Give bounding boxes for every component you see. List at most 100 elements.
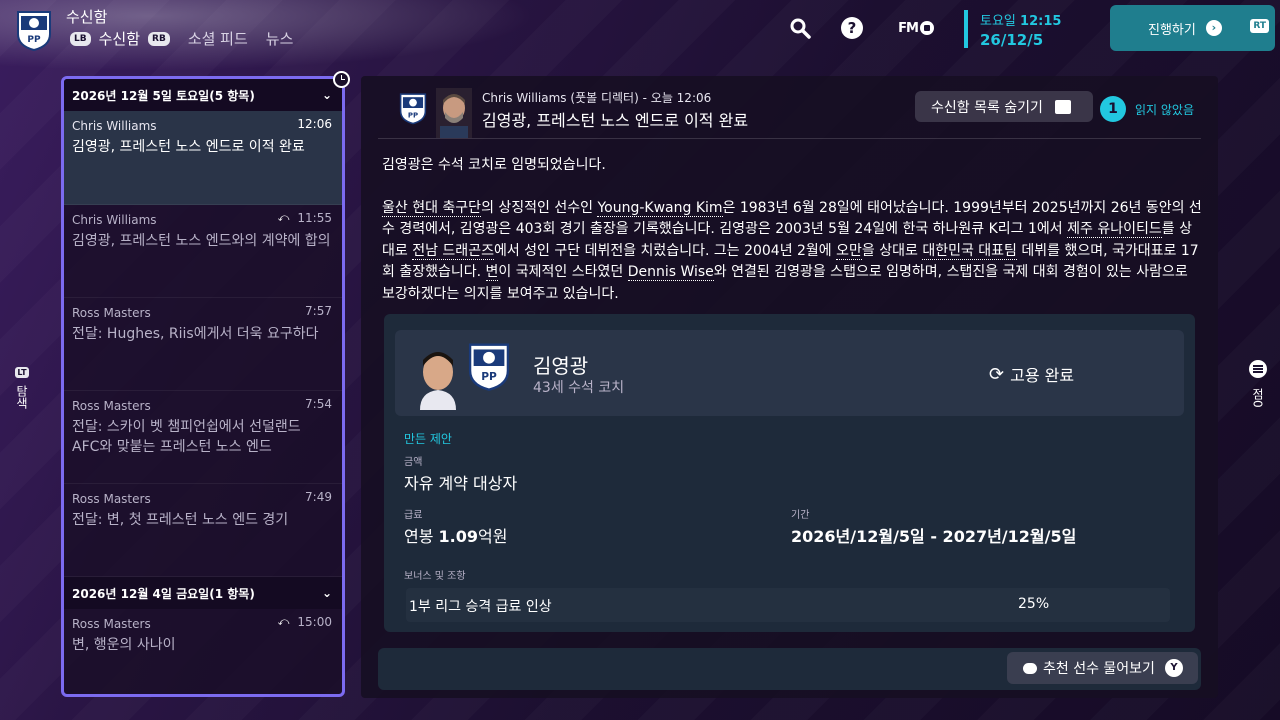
message-body: 김영광은 수석 코치로 임명되었습니다. 울산 현대 축구단의 상징적인 선수인… [382,155,1202,305]
help-icon[interactable]: ? [840,16,864,40]
message-subject: 변, 행운의 사나이 [72,637,176,653]
message-meta: Chris Williams (풋볼 디렉터) - 오늘 12:06 [482,89,711,106]
message-subject: 전달: 스카이 벳 챔피언쉽에서 선덜랜드 AFC와 맞붙는 프레스턴 노스 엔… [72,419,301,455]
sender-avatar [436,88,472,138]
unread-count-badge[interactable]: 1 [1100,96,1126,122]
bonus-row: 1부 리그 승격 급료 인상 25% [406,588,1170,622]
inbox-message[interactable]: Chris Williams ⤺ 11:55 김영광, 프레스턴 노스 엔드와의 … [64,205,342,298]
hire-status-label: 고용 완료 [1010,366,1075,385]
club-link[interactable]: 울산 현대 축구단 [382,199,482,217]
continue-button[interactable]: 진행하기 › RT [1110,5,1275,51]
person-link[interactable]: Young-Kwang Kim [597,199,723,217]
date-group-heading: 2026년 12월 5일 토요일(5 항목) [72,88,255,103]
chat-bubble-icon [1023,662,1037,674]
bonus-value: 25% [1018,596,1050,612]
inbox-message[interactable]: Ross Masters 7:57 전달: Hughes, Riis에게서 더욱… [64,298,342,391]
staff-summary[interactable]: PP 김영광 43세 수석 코치 ⟳ 고용 완료 [395,330,1184,416]
points-toggle[interactable]: 점0 [1248,360,1268,412]
message-subject: 전달: Hughes, Riis에게서 더욱 요구하다 [72,326,319,342]
clock-icon[interactable] [333,71,350,88]
date-group-header[interactable]: 2026년 12월 4일 금요일(1 항목) ⌄ [64,577,342,609]
message-time: 7:54 [305,397,332,411]
nation-link[interactable]: 대한민국 대표팀 [922,242,1017,260]
bonus-name: 1부 리그 승격 급료 인상 [409,599,552,615]
message-sender: Ross Masters [72,306,151,320]
person-link[interactable]: 변 [485,264,499,281]
message-title: 김영광, 프레스턴 노스 엔드로 이적 완료 [482,111,749,130]
club-crest-icon: PP [399,93,427,125]
message-sender-name: Chris Williams [482,91,567,105]
date-day: 토요일 [980,14,1016,29]
staff-role: 43세 수석 코치 [533,380,625,396]
fm-logo-text: FM [898,20,919,36]
body-text: 이 국제적인 스타였던 [498,264,628,280]
help-glyph: ? [841,17,863,39]
salary-prefix: 연봉 [404,527,439,546]
tab-news[interactable]: 뉴스 [266,28,294,49]
period-value: 2026년/12월/5일 - 2027년/12월/5일 [791,527,1077,546]
nation-link[interactable]: 오만 [836,242,862,260]
reply-icon: ⤺ [277,615,290,628]
search-icon[interactable] [788,16,812,40]
inbox-list[interactable]: 2026년 12월 5일 토요일(5 항목) ⌄ Chris Williams … [61,76,345,697]
date-group-header[interactable]: 2026년 12월 5일 토요일(5 항목) ⌄ [64,79,342,111]
message-time: ⤺ 15:00 [278,615,332,629]
staff-name[interactable]: 김영광 [533,350,588,379]
tab-social-feed[interactable]: 소셜 피드 [188,28,248,49]
message-time: ⤺ 11:55 [278,211,332,225]
period-label: 기간 [791,510,810,521]
inbox-message[interactable]: Chris Williams 12:06 김영광, 프레스턴 노스 엔드로 이적… [64,111,342,205]
rb-button-hint: RB [148,31,170,46]
body-paragraph-1: 김영광은 수석 코치로 임명되었습니다. [382,157,606,173]
header-icons: ? FM [788,16,940,40]
club-crest-icon: PP [468,343,510,391]
club-link[interactable]: 전남 드래곤즈 [412,242,494,260]
club-crest-icon: PP [17,11,51,52]
amount-label: 금액 [404,457,423,468]
navigation-toggle[interactable]: LT 탐색 [12,360,32,413]
crest-text: PP [481,370,497,383]
mark-unread-link[interactable]: 읽지 않았음 [1135,101,1194,118]
chevron-down-icon[interactable]: ⌄ [322,586,332,600]
header-tabs: LB 수신함 RB 소셜 피드 뉴스 [70,28,293,49]
message-subject: 김영광, 프레스턴 노스 엔드와의 계약에 합의 [72,233,331,249]
ask-recommendation-button[interactable]: 추천 선수 물어보기 Y [1007,652,1198,684]
message-sender: Ross Masters [72,492,151,506]
menu-icon [1249,360,1267,378]
message-time-text: 7:57 [305,304,332,318]
reply-icon: ⤺ [277,211,290,224]
message-sender-role: (풋볼 디렉터) [570,91,639,105]
staff-avatar [420,352,456,410]
message-sender: Chris Williams [72,119,157,133]
hide-inbox-list-button[interactable]: 수신함 목록 숨기기 [915,91,1093,122]
fm-menu-icon[interactable]: FM [892,16,940,40]
arrow-right-icon: › [1205,20,1222,36]
y-button-hint: Y [1164,659,1183,677]
crest-text: PP [408,111,418,119]
ask-recommendation-label: 추천 선수 물어보기 [1043,661,1155,677]
continue-label: 진행하기 [1148,22,1196,38]
tab-inbox[interactable]: 수신함 [99,28,140,49]
inbox-message[interactable]: Ross Masters 7:49 전달: 변, 첫 프레스턴 노스 엔드 경기 [64,484,342,577]
message-subject: 전달: 변, 첫 프레스턴 노스 엔드 경기 [72,512,289,528]
message-time: 12:06 [297,117,332,131]
person-link[interactable]: Dennis Wise [627,264,714,281]
lt-button-hint: LT [15,367,29,378]
message-time-text: 7:54 [305,397,332,411]
crest-text: PP [27,35,41,45]
salary-label: 급료 [404,510,423,521]
body-text: 을 상대로 [861,242,923,259]
navigation-label: 탐색 [14,385,29,409]
page-title: 수신함 [66,8,108,26]
amount-value: 자유 계약 대상자 [404,474,518,493]
club-link[interactable]: 제주 유나이티드 [1067,221,1162,238]
contract-card: PP 김영광 43세 수석 코치 ⟳ 고용 완료 만든 제안 금액 자유 계약 … [384,314,1195,632]
inbox-message[interactable]: Ross Masters 7:54 전달: 스카이 벳 챔피언쉽에서 선덜랜드 … [64,391,342,484]
chevron-down-icon[interactable]: ⌄ [322,88,332,102]
message-time-text: 11:55 [297,211,332,225]
message-time-text: 12:06 [297,117,332,131]
collapse-panel-icon [1054,99,1071,114]
rt-button-hint: RT [1250,19,1269,33]
message-time: 7:57 [305,304,332,318]
inbox-message[interactable]: Ross Masters ⤺ 15:00 변, 행운의 사나이 [64,609,342,694]
